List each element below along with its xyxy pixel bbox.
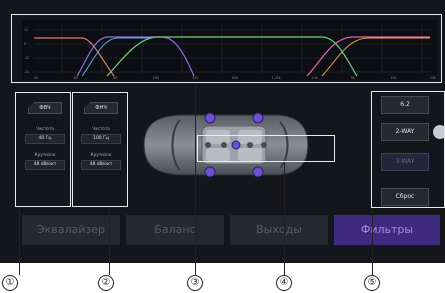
callout-4: ④ [276, 275, 292, 291]
callout-2: ② [98, 275, 114, 291]
leader-line-2 [109, 207, 110, 275]
leader-line-5 [372, 208, 373, 275]
frame-car-center [197, 135, 335, 162]
tab-equalizer[interactable]: Эквалайзер [22, 215, 120, 245]
callout-3: ③ [187, 275, 203, 291]
speaker-rear-right [252, 166, 264, 178]
frame-graph [11, 14, 442, 83]
filters-screen: 20 40 80 160 320 640 1.25k 2.5k 5k 10k 20k 12 0 -12-… [0, 0, 445, 263]
speaker-front-right [204, 166, 216, 178]
frame-channel-2 [72, 92, 128, 207]
leader-line-1 [19, 207, 20, 275]
callout-5: ⑤ [364, 275, 380, 291]
tab-bar: Эквалайзер Баланс Выходы Фильтры [22, 215, 445, 245]
leader-line-4 [284, 162, 285, 275]
tab-filters[interactable]: Фильтры [334, 215, 440, 245]
speaker-rear-left [252, 112, 264, 124]
frame-right-buttons [371, 91, 445, 208]
callout-1: ① [2, 275, 18, 291]
speaker-front-left [204, 112, 216, 124]
tab-outputs[interactable]: Выходы [230, 215, 328, 245]
tab-balance[interactable]: Баланс [126, 215, 224, 245]
frame-channel-1 [15, 92, 71, 207]
leader-line-3 [195, 84, 196, 275]
